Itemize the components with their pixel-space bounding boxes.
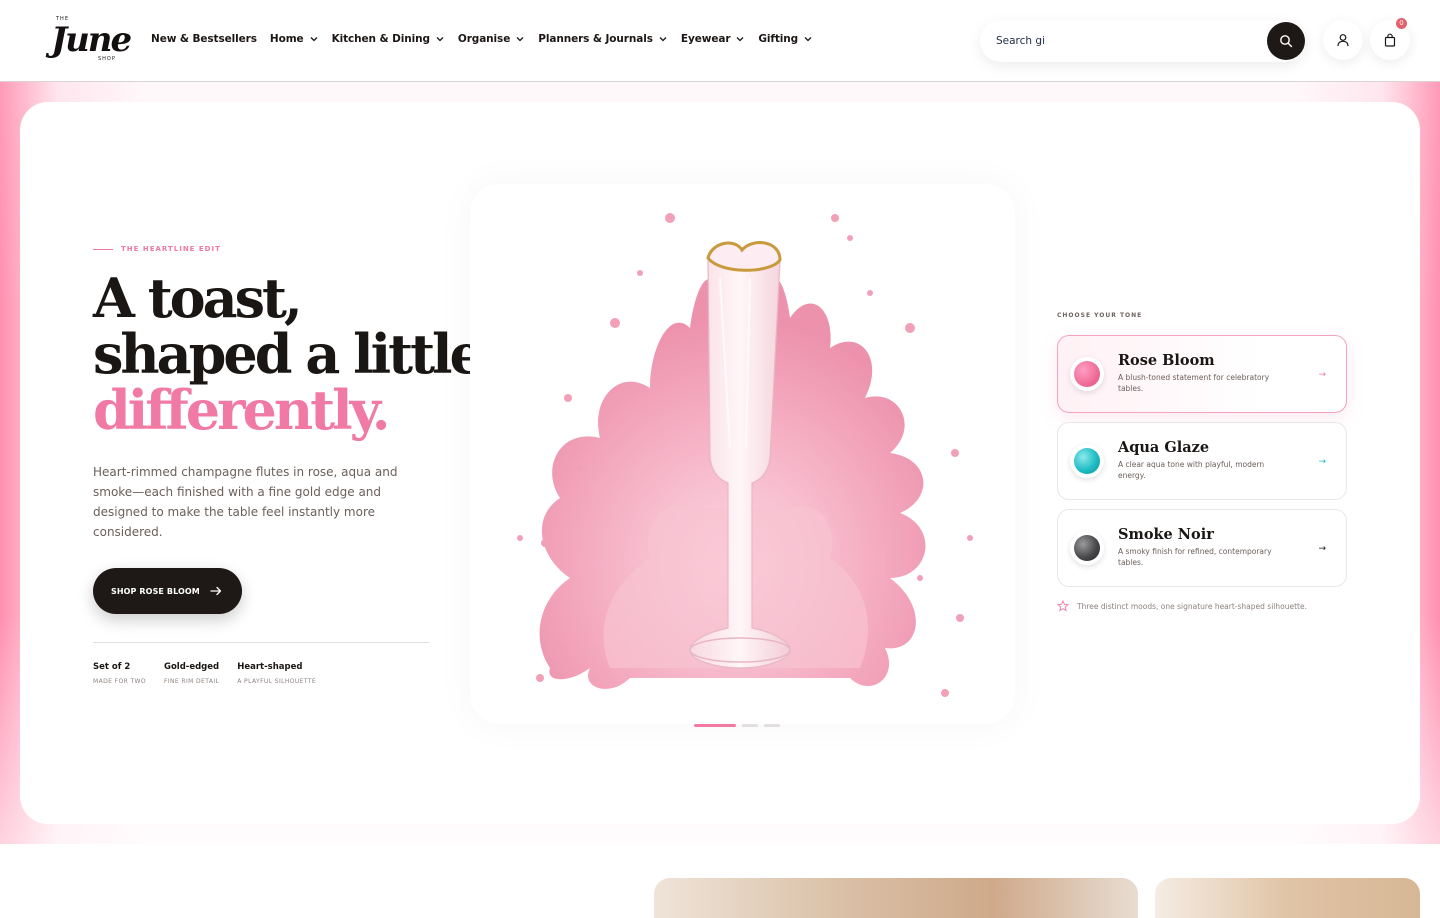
- stat-label: A PLAYFUL SILHOUETTE: [237, 678, 317, 685]
- hero-description: Heart-rimmed champagne flutes in rose, a…: [93, 465, 398, 539]
- tone-selector-label: CHOOSE YOUR TONE: [1057, 312, 1143, 319]
- chevron-down-icon: [516, 37, 524, 42]
- eyebrow-line: [93, 248, 113, 250]
- slider-dot-1[interactable]: [694, 724, 736, 727]
- nav-label: Organise: [457, 33, 511, 45]
- stat-value: Heart-shaped: [237, 662, 303, 672]
- bag-icon: [1384, 33, 1396, 47]
- shop-rose-bloom-button[interactable]: SHOP ROSE BLOOM: [93, 568, 242, 614]
- search-icon: [1280, 35, 1293, 48]
- nav-item-gifting[interactable]: Gifting: [758, 33, 813, 45]
- featured-card-preview[interactable]: [1155, 878, 1420, 918]
- user-icon: [1337, 34, 1349, 47]
- cart-count-badge: 0: [1396, 18, 1407, 29]
- arrow-right-icon: →: [1318, 544, 1326, 554]
- nav-label: Kitchen & Dining: [331, 33, 430, 45]
- search-bar: [980, 20, 1305, 62]
- nav-item-eyewear[interactable]: Eyewear: [681, 33, 746, 45]
- hero-eyebrow: THE HEARTLINE EDIT: [93, 245, 221, 253]
- account-button[interactable]: [1323, 20, 1363, 60]
- stat-set: Set of 2 MADE FOR TWO: [93, 662, 146, 685]
- tone-name: Rose Bloom: [1118, 352, 1215, 369]
- champagne-flute-image: [517, 213, 973, 697]
- cart-button[interactable]: 0: [1370, 18, 1410, 60]
- eyebrow-text: THE HEARTLINE EDIT: [121, 245, 221, 253]
- cta-label: SHOP ROSE BLOOM: [111, 586, 200, 596]
- slider-dot-2[interactable]: [742, 724, 758, 727]
- stat-heart-shaped: Heart-shaped A PLAYFUL SILHOUETTE: [237, 662, 316, 685]
- tone-option-rose-bloom[interactable]: Rose Bloom A blush-toned statement for c…: [1057, 335, 1347, 413]
- chevron-down-icon: [659, 37, 667, 42]
- tone-option-smoke-noir[interactable]: Smoke Noir A smoky finish for refined, c…: [1057, 509, 1347, 587]
- stat-label: MADE FOR TWO: [93, 678, 146, 685]
- tone-description: A blush-toned statement for celebratory …: [1118, 373, 1270, 393]
- hero-divider: [93, 642, 429, 643]
- tone-name: Aqua Glaze: [1118, 439, 1210, 456]
- site-header: THE June SHOP New & Bestsellers Home Kit…: [0, 0, 1440, 82]
- tone-swatch: [1070, 444, 1104, 478]
- nav-item-kitchen-dining[interactable]: Kitchen & Dining: [332, 33, 445, 45]
- hero-stats: Set of 2 MADE FOR TWO Gold-edged FINE RIM …: [93, 662, 334, 685]
- nav-item-organise[interactable]: Organise: [458, 33, 525, 45]
- arrow-right-icon: →: [1318, 457, 1326, 467]
- logo-wordmark: June: [51, 20, 132, 60]
- featured-card-preview[interactable]: [654, 878, 1138, 918]
- nav-label: Planners & Journals: [538, 33, 653, 45]
- stat-value: Gold-edged: [163, 662, 220, 672]
- nav-item-new-bestsellers[interactable]: New & Bestsellers: [151, 33, 257, 45]
- tone-name: Smoke Noir: [1118, 526, 1214, 543]
- slider-dot-3[interactable]: [764, 724, 780, 727]
- headline-line-3: differently.: [93, 378, 391, 442]
- chevron-down-icon: [804, 37, 812, 42]
- nav-item-planners-journals[interactable]: Planners & Journals: [538, 33, 668, 45]
- tone-swatch: [1070, 531, 1104, 565]
- headline-line-2: shaped a little: [93, 322, 484, 386]
- nav-label: Home: [269, 33, 304, 45]
- hero-headline: A toast, shaped a little differently.: [93, 266, 484, 442]
- stat-label: FINE RIM DETAIL: [163, 678, 220, 685]
- arrow-right-icon: →: [1318, 370, 1326, 380]
- tone-note-text: Three distinct moods, one signature hear…: [1077, 601, 1307, 611]
- stat-gold-edged: Gold-edged FINE RIM DETAIL: [164, 662, 219, 685]
- tone-swatch: [1070, 357, 1104, 391]
- chevron-down-icon: [736, 37, 744, 42]
- tone-note: Three distinct moods, one signature hear…: [1057, 600, 1307, 612]
- headline-line-1: A toast,: [93, 266, 303, 330]
- chevron-down-icon: [310, 37, 318, 42]
- site-logo[interactable]: THE June SHOP: [48, 14, 132, 68]
- hero-section: THE HEARTLINE EDIT A toast, shaped a lit…: [20, 102, 1420, 824]
- arrow-right-icon: [210, 586, 222, 596]
- tone-description: A smoky finish for refined, contemporary…: [1118, 547, 1272, 567]
- search-input[interactable]: [996, 31, 1226, 51]
- slider-dots: [694, 724, 780, 727]
- nav-label: Eyewear: [680, 33, 731, 45]
- nav-label: New & Bestsellers: [151, 33, 257, 45]
- search-button[interactable]: [1267, 22, 1305, 60]
- logo-bottom-text: SHOP: [98, 56, 116, 62]
- main-nav: New & Bestsellers Home Kitchen & Dining …: [151, 33, 826, 45]
- stat-value: Set of 2: [93, 662, 131, 672]
- nav-label: Gifting: [758, 33, 799, 45]
- tone-option-aqua-glaze[interactable]: Aqua Glaze A clear aqua tone with playfu…: [1057, 422, 1347, 500]
- nav-item-home[interactable]: Home: [270, 33, 319, 45]
- chevron-down-icon: [436, 37, 444, 42]
- tone-description: A clear aqua tone with playful, modern e…: [1118, 460, 1265, 480]
- star-icon: [1057, 600, 1069, 612]
